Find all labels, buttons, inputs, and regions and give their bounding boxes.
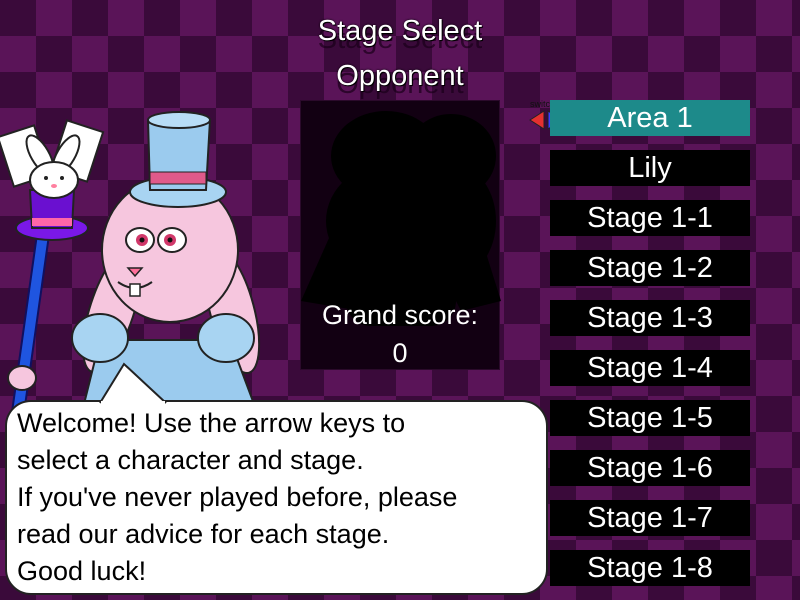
menu-item-stage[interactable]: Stage 1-3 — [550, 300, 750, 336]
opponent-heading: Opponent — [336, 60, 464, 92]
top-hat-icon — [129, 111, 227, 208]
menu-item-character[interactable]: Lily — [550, 150, 750, 186]
menu-item-stage[interactable]: Stage 1-7 — [550, 500, 750, 536]
menu-item-area[interactable]: Area 1 — [550, 100, 750, 136]
grand-score-label: Grand score: — [321, 300, 479, 330]
page-title: Stage Select — [317, 15, 483, 47]
menu-item-stage[interactable]: Stage 1-8 — [550, 550, 750, 586]
menu-item-stage[interactable]: Stage 1-6 — [550, 450, 750, 486]
menu-item-stage[interactable]: Stage 1-1 — [550, 200, 750, 236]
menu-item-stage[interactable]: Stage 1-4 — [550, 350, 750, 386]
menu-item-stage[interactable]: Stage 1-2 — [550, 250, 750, 286]
grand-score-value: 0 — [392, 338, 408, 368]
dialog-tail — [99, 362, 167, 405]
arrow-left-icon[interactable] — [529, 110, 545, 130]
menu-item-stage[interactable]: Stage 1-5 — [550, 400, 750, 436]
dialog-text: Welcome! Use the arrow keys to select a … — [17, 408, 458, 586]
